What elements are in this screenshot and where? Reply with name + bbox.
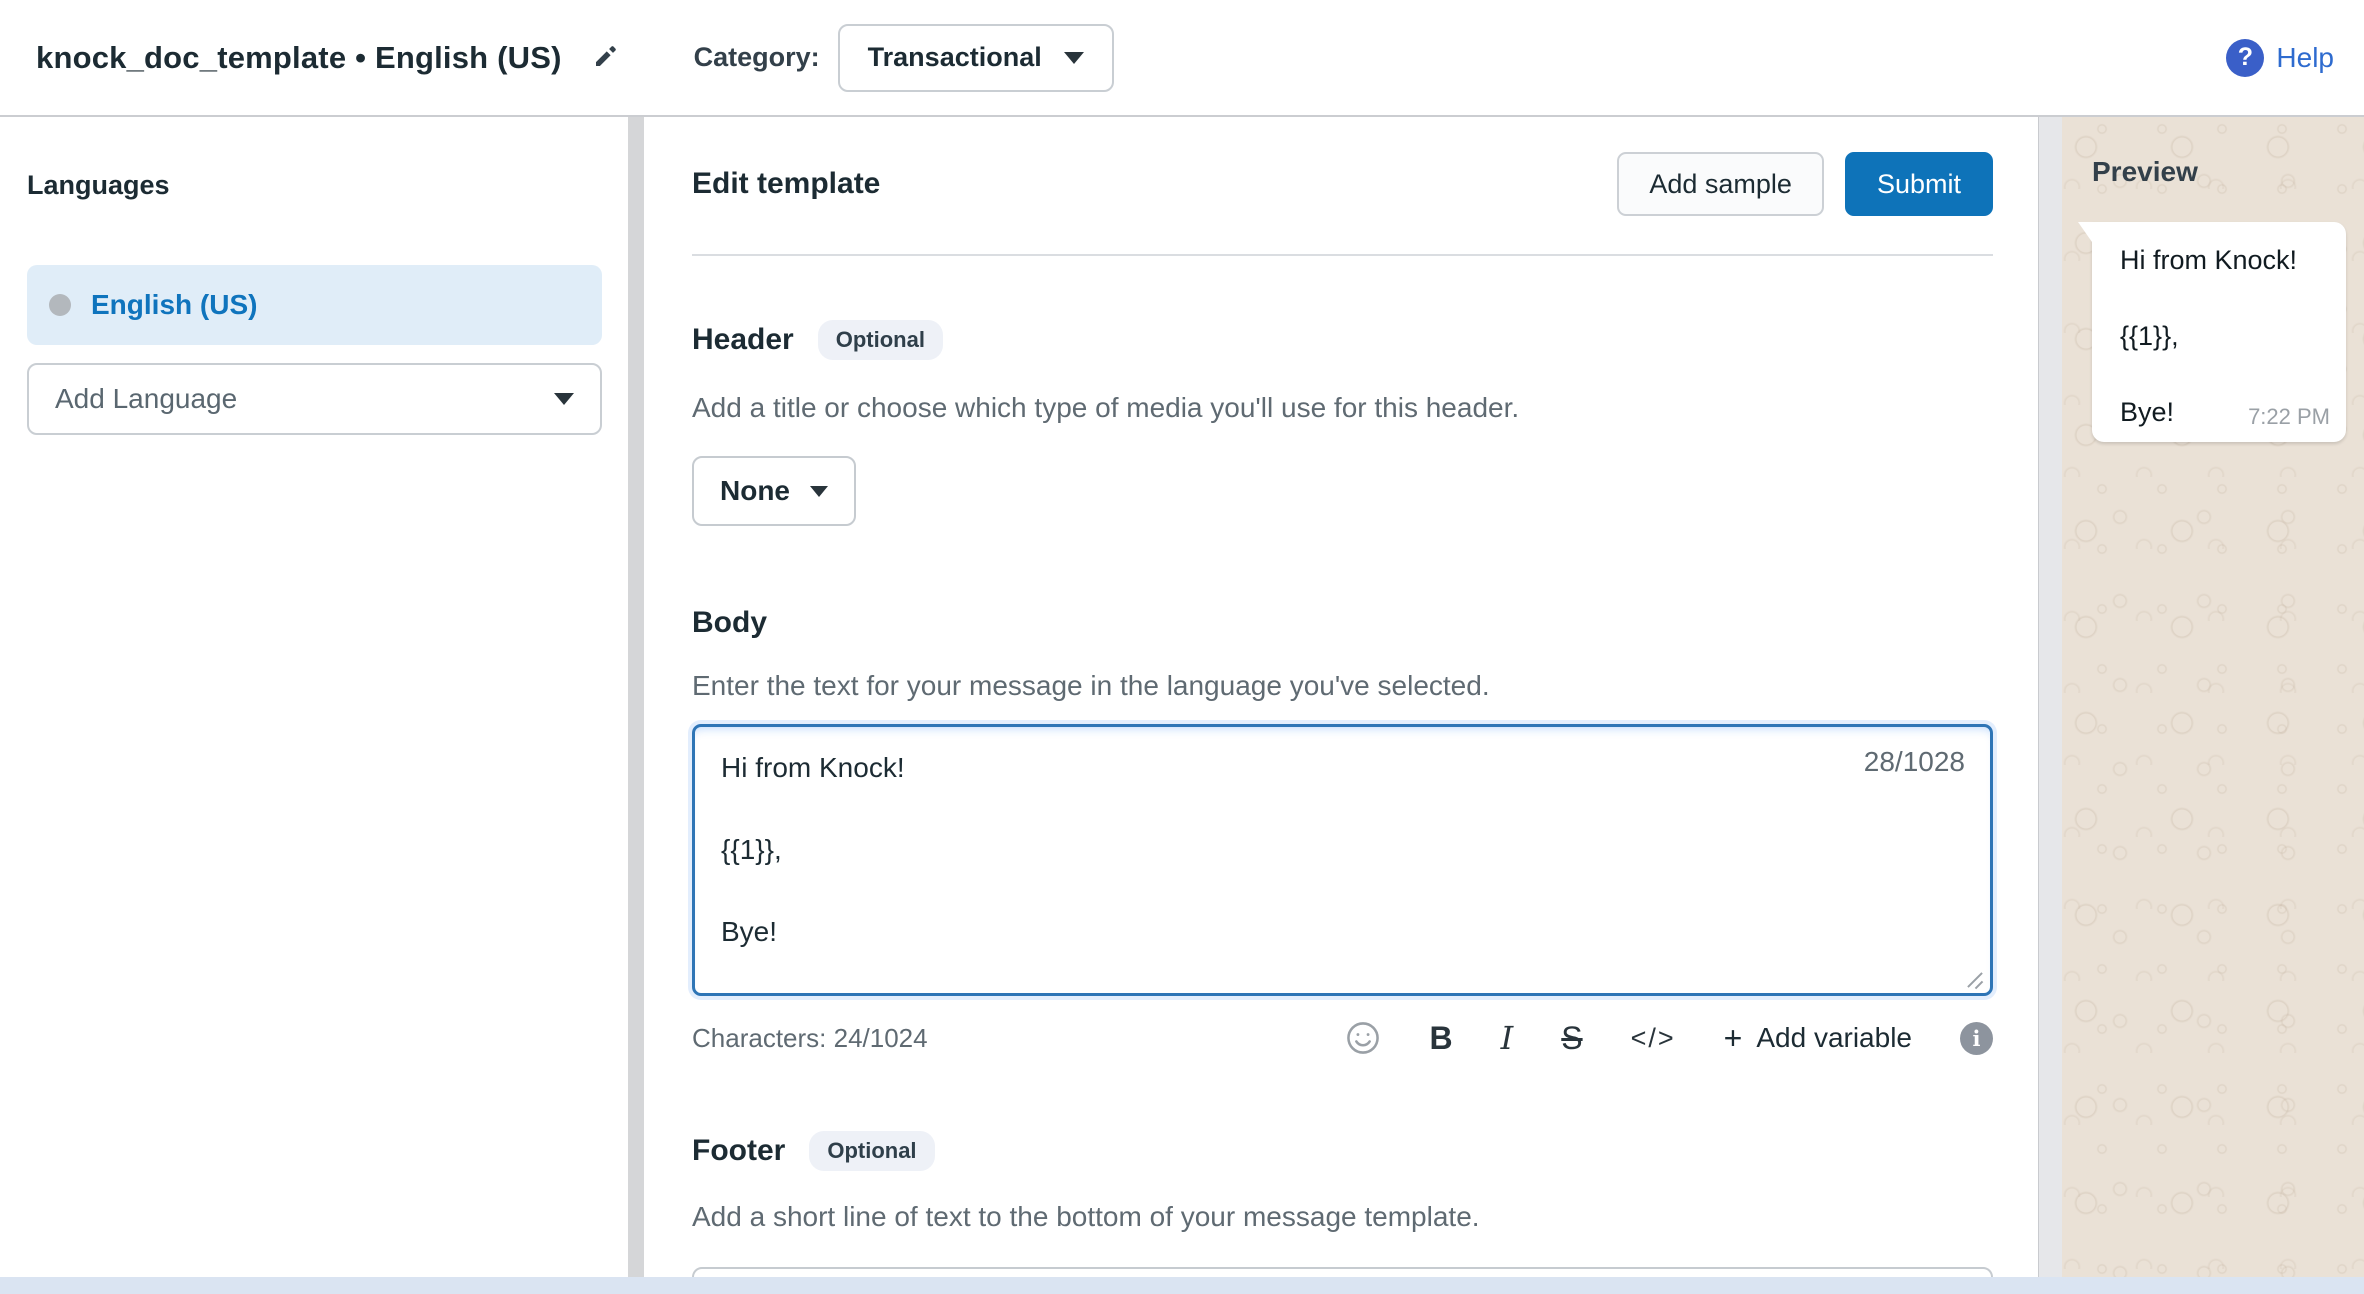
italic-button[interactable]: I (1501, 1019, 1514, 1057)
panel-divider (628, 117, 644, 1277)
add-variable-label: Add variable (1756, 1022, 1912, 1054)
body-section-title: Body (692, 606, 767, 640)
optional-badge: Optional (818, 320, 943, 360)
submit-button[interactable]: Submit (1845, 152, 1993, 216)
pencil-icon (588, 42, 620, 74)
body-section-description: Enter the text for your message in the l… (692, 670, 1993, 702)
section-divider (692, 254, 1993, 256)
body-toolbar: Characters: 24/1024 B I (692, 1019, 1993, 1057)
category-label: Category: (694, 42, 820, 73)
header-type-dropdown[interactable]: None (692, 456, 856, 526)
characters-count: Characters: 24/1024 (692, 1023, 928, 1054)
add-variable-button[interactable]: + Add variable (1724, 1022, 1912, 1054)
footer-text-input[interactable] (692, 1267, 1993, 1277)
bubble-tail-icon (2078, 222, 2092, 242)
optional-badge: Optional (809, 1131, 934, 1171)
header-type-value: None (720, 475, 790, 507)
footer-input-wrap: 0/60 (692, 1267, 1993, 1277)
page-title: knock_doc_template • English (US) (36, 40, 562, 76)
preview-heading: Preview (2092, 156, 2364, 188)
language-status-dot-icon (49, 294, 71, 316)
header-section-description: Add a title or choose which type of medi… (692, 392, 1993, 424)
category-group: Category: Transactional (694, 24, 1114, 92)
content-row: Languages English (US) Add Language Edit… (0, 117, 2364, 1277)
chevron-down-icon (1064, 52, 1084, 64)
category-value: Transactional (868, 42, 1042, 73)
template-editor-app: knock_doc_template • English (US) Catego… (0, 0, 2364, 1294)
body-textarea-wrap: 28/1028 (692, 724, 1993, 1001)
top-bar: knock_doc_template • English (US) Catego… (0, 0, 2364, 117)
chevron-down-icon (554, 393, 574, 405)
bubble-line: {{1}}, (2120, 320, 2330, 352)
body-textarea[interactable] (692, 724, 1993, 996)
help-label: Help (2276, 42, 2334, 74)
question-circle-icon: ? (2226, 39, 2264, 77)
bubble-line: Hi from Knock! (2120, 244, 2330, 276)
help-link[interactable]: ? Help (2226, 39, 2334, 77)
header-section: Header Optional Add a title or choose wh… (692, 320, 1993, 526)
body-counter: 28/1028 (1864, 746, 1965, 778)
emoji-button[interactable] (1344, 1019, 1382, 1057)
code-button[interactable]: </> (1631, 1023, 1676, 1054)
add-sample-button[interactable]: Add sample (1617, 152, 1824, 216)
edit-template-panel: Edit template Add sample Submit Header O… (644, 117, 2038, 1277)
editor-title: Edit template (692, 167, 880, 201)
info-icon[interactable]: i (1960, 1022, 1993, 1055)
sidebar-item-english-us[interactable]: English (US) (27, 265, 602, 345)
category-dropdown[interactable]: Transactional (838, 24, 1114, 92)
vertical-scrollbar[interactable] (2038, 117, 2062, 1277)
language-label: English (US) (91, 289, 257, 321)
add-language-label: Add Language (55, 383, 237, 415)
languages-sidebar: Languages English (US) Add Language (0, 117, 628, 1277)
plus-icon: + (1724, 1022, 1743, 1054)
add-language-dropdown[interactable]: Add Language (27, 363, 602, 435)
footer-section: Footer Optional Add a short line of text… (692, 1131, 1993, 1277)
strikethrough-button[interactable]: S (1561, 1020, 1582, 1057)
bold-button[interactable]: B (1430, 1020, 1453, 1057)
edit-title-button[interactable] (588, 42, 620, 74)
bottom-page-strip (0, 1277, 2364, 1294)
message-bubble: Hi from Knock! {{1}}, Bye! 7:22 PM (2092, 222, 2346, 442)
preview-panel: Preview Hi from Knock! {{1}}, Bye! 7:22 … (2062, 117, 2364, 1277)
bubble-timestamp: 7:22 PM (2248, 404, 2330, 430)
editor-header-row: Edit template Add sample Submit (692, 152, 1993, 216)
footer-section-description: Add a short line of text to the bottom o… (692, 1201, 1993, 1233)
header-section-title: Header (692, 323, 794, 357)
footer-section-title: Footer (692, 1134, 785, 1168)
chevron-down-icon (810, 486, 828, 497)
languages-heading: Languages (27, 170, 602, 201)
body-section: Body Enter the text for your message in … (692, 606, 1993, 1057)
